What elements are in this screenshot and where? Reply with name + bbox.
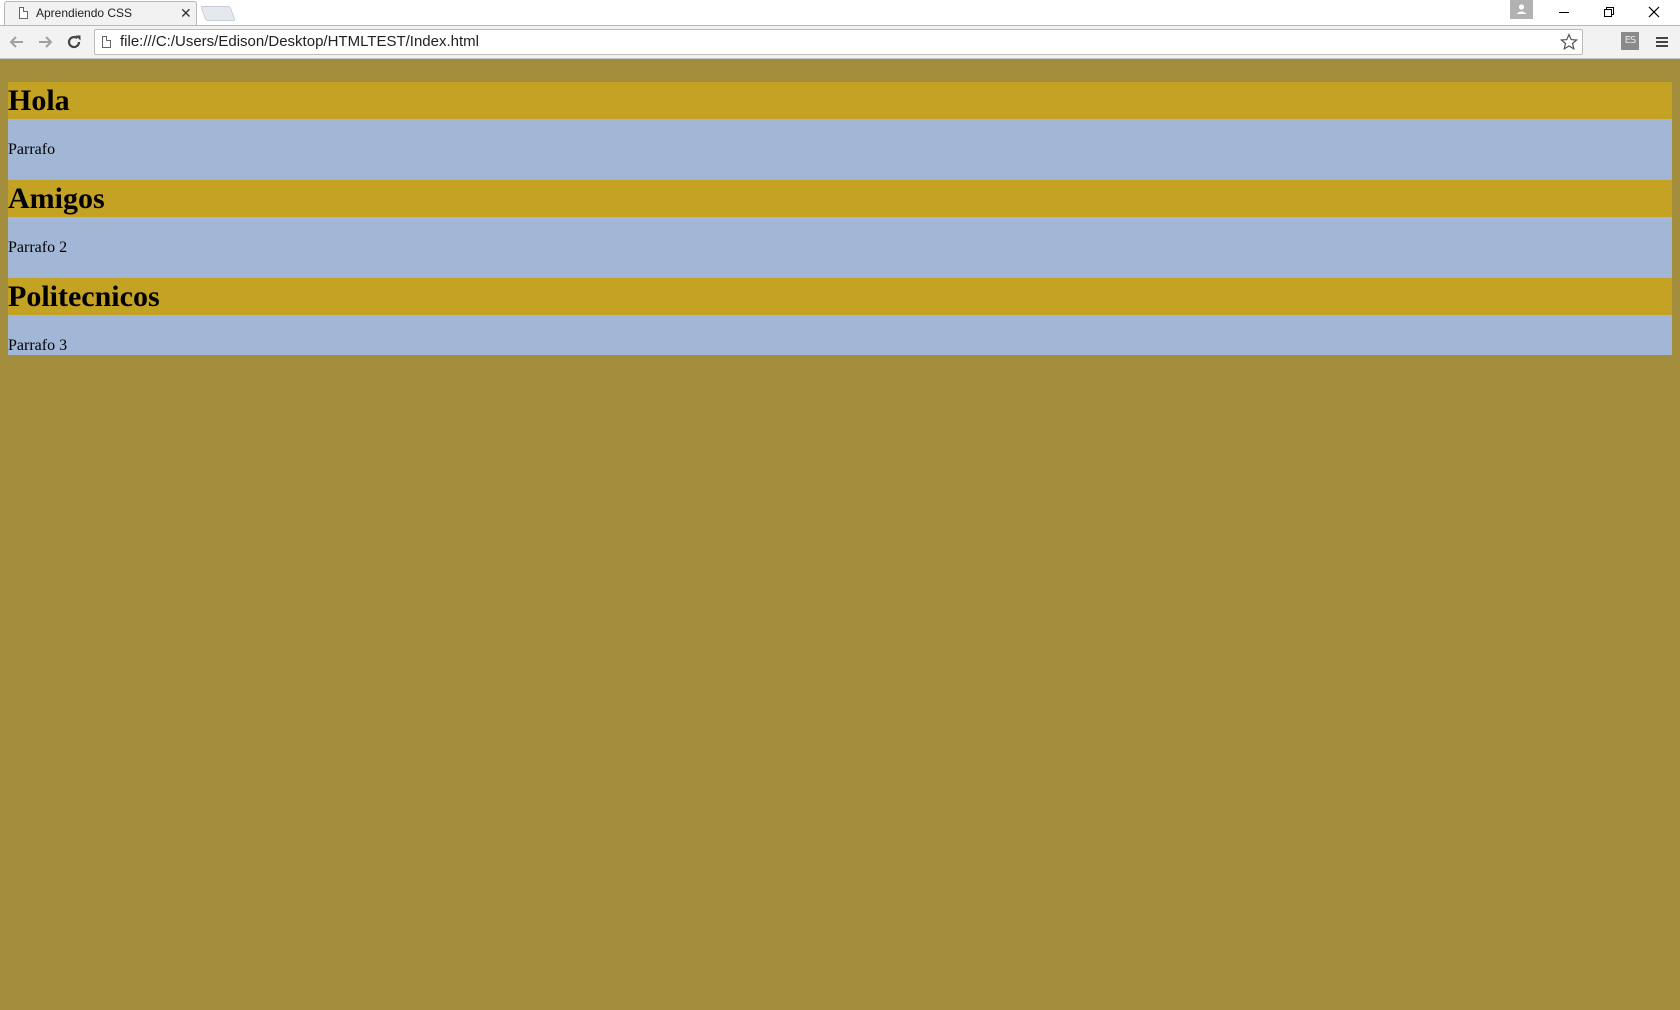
reload-icon xyxy=(67,35,81,49)
paragraph-block: Parrafo 3 xyxy=(8,315,1672,355)
section-heading-politecnicos: Politecnicos xyxy=(8,278,1672,315)
page-icon xyxy=(19,7,28,19)
extension-button[interactable]: ES xyxy=(1621,32,1639,50)
paragraph-text: Parrafo 2 xyxy=(8,239,68,256)
arrow-right-icon xyxy=(39,36,53,48)
restore-icon xyxy=(1604,7,1614,17)
restore-button[interactable] xyxy=(1586,0,1632,24)
close-window-button[interactable] xyxy=(1631,0,1677,24)
page-viewport: Hola Parrafo Amigos Parrafo 2 Politecnic… xyxy=(0,59,1680,1010)
bookmark-button[interactable] xyxy=(1558,31,1580,53)
tab-close-icon[interactable]: ✕ xyxy=(180,4,192,22)
forward-button[interactable] xyxy=(32,30,58,54)
minimize-icon xyxy=(1559,12,1569,13)
back-button[interactable] xyxy=(4,30,30,54)
address-url[interactable]: file:///C:/Users/Edison/Desktop/HTMLTEST… xyxy=(120,33,479,51)
hamburger-icon xyxy=(1656,37,1668,47)
profile-button[interactable] xyxy=(1510,0,1533,19)
browser-toolbar: file:///C:/Users/Edison/Desktop/HTMLTEST… xyxy=(0,25,1680,59)
new-tab-button[interactable] xyxy=(200,6,236,21)
minimize-button[interactable] xyxy=(1541,0,1587,24)
arrow-left-icon xyxy=(9,36,23,48)
paragraph-block: Parrafo xyxy=(8,119,1672,180)
paragraph-text: Parrafo 3 xyxy=(8,337,68,354)
user-icon xyxy=(1516,4,1527,14)
browser-tab[interactable]: Aprendiendo CSS ✕ xyxy=(4,1,197,25)
paragraph-text: Parrafo xyxy=(8,141,56,158)
tab-title: Aprendiendo CSS xyxy=(36,6,133,20)
address-bar[interactable]: file:///C:/Users/Edison/Desktop/HTMLTEST… xyxy=(94,29,1583,55)
section-heading-amigos: Amigos xyxy=(8,180,1672,217)
paragraph-block: Parrafo 2 xyxy=(8,217,1672,278)
page-content: Hola Parrafo Amigos Parrafo 2 Politecnic… xyxy=(8,82,1672,355)
title-bar: Aprendiendo CSS ✕ xyxy=(0,0,1680,25)
section-heading-hola: Hola xyxy=(8,82,1672,119)
close-icon xyxy=(1648,6,1660,18)
reload-button[interactable] xyxy=(61,30,87,54)
page-icon xyxy=(102,36,111,48)
menu-button[interactable] xyxy=(1652,32,1672,52)
star-icon xyxy=(1560,33,1578,51)
